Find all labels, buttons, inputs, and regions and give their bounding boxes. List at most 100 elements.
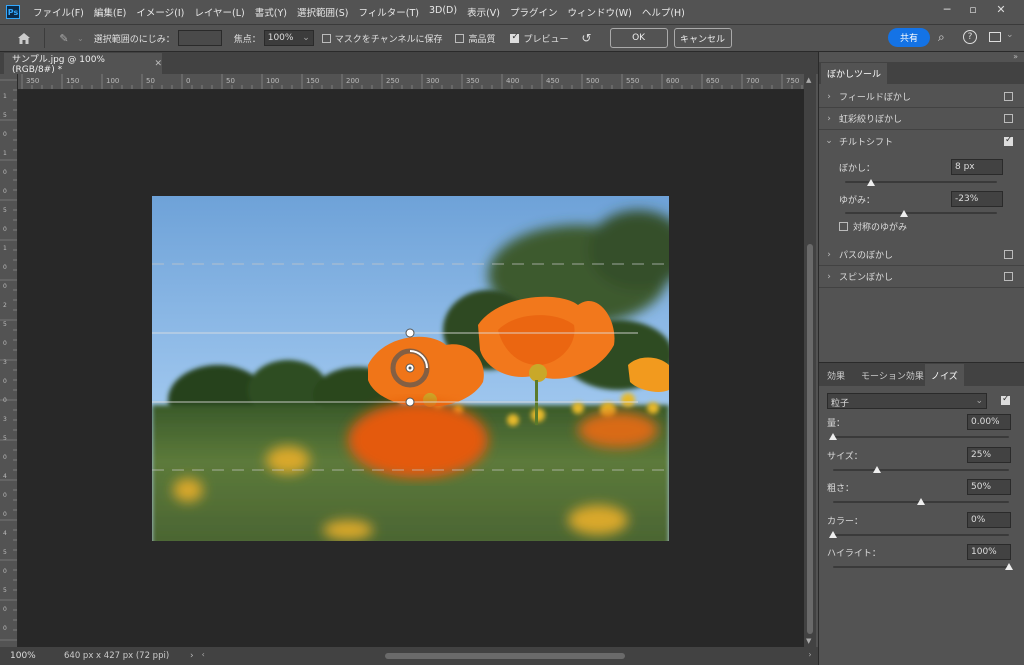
save-mask-label: マスクをチャンネルに保存 bbox=[334, 34, 443, 45]
cancel-button[interactable]: キャンセル bbox=[673, 28, 732, 48]
scroll-thumb[interactable] bbox=[807, 244, 813, 634]
chevron-right-icon[interactable]: › bbox=[819, 250, 839, 260]
noise-param-slider-thumb[interactable] bbox=[873, 465, 881, 473]
horizontal-scrollbar[interactable]: ‹ › bbox=[202, 650, 812, 661]
chevron-down-icon[interactable]: ⌄ bbox=[819, 136, 839, 146]
ruler-tick-label: 400 bbox=[506, 77, 519, 85]
blur-type-checkbox[interactable] bbox=[1004, 135, 1013, 146]
vertical-scrollbar[interactable]: ▲ ▼ bbox=[804, 74, 816, 647]
document-tab[interactable]: サンプル.jpg @ 100% (RGB/8#) * ✕ bbox=[4, 53, 162, 75]
ok-button[interactable]: OK bbox=[609, 28, 668, 48]
preview-checkbox[interactable] bbox=[510, 32, 520, 43]
home-button[interactable] bbox=[10, 26, 38, 50]
chevron-right-icon[interactable]: › bbox=[190, 651, 194, 661]
document-photo[interactable] bbox=[152, 196, 688, 545]
search-icon[interactable]: ⌕ bbox=[938, 30, 945, 45]
ruler-tick-label: 3 bbox=[3, 416, 7, 423]
noise-param-slider[interactable] bbox=[833, 533, 1009, 536]
pin-tool-icon[interactable]: ✎ bbox=[51, 32, 77, 45]
menu-item[interactable]: 表示(V) bbox=[462, 5, 505, 19]
menu-item[interactable]: 編集(E) bbox=[89, 5, 131, 19]
noise-param-field[interactable]: 100% bbox=[967, 544, 1011, 560]
noise-type-dropdown[interactable]: 粒子 ⌄ bbox=[827, 393, 987, 409]
distortion-slider-thumb[interactable] bbox=[899, 210, 908, 217]
blur-type-row[interactable]: › フィールドぼかし bbox=[819, 86, 1024, 108]
chevron-down-icon[interactable]: ⌄ bbox=[77, 34, 84, 43]
noise-enabled-checkbox[interactable] bbox=[1001, 394, 1010, 405]
scroll-down-icon[interactable]: ▼ bbox=[806, 637, 811, 645]
bottom-handle[interactable] bbox=[405, 397, 415, 407]
focus-field[interactable]: 100% ⌄ bbox=[263, 30, 314, 46]
tab-blur-tools[interactable]: ぼかしツール bbox=[821, 63, 888, 84]
chevron-right-icon[interactable]: › bbox=[819, 92, 839, 102]
menu-item[interactable]: レイヤー(L) bbox=[189, 5, 249, 19]
top-handle[interactable] bbox=[405, 328, 415, 338]
distortion-field[interactable]: -23% bbox=[951, 191, 1003, 207]
workspace-icon[interactable] bbox=[989, 32, 1001, 42]
noise-param-slider[interactable] bbox=[833, 468, 1009, 471]
blur-type-label: チルトシフト bbox=[839, 137, 894, 148]
menu-item[interactable]: ファイル(F) bbox=[28, 5, 89, 19]
menu-item[interactable]: 選択範囲(S) bbox=[292, 5, 353, 19]
chevron-right-icon[interactable]: › bbox=[819, 114, 839, 124]
blur-amount-field[interactable]: 8 px bbox=[951, 159, 1003, 175]
canvas-area[interactable] bbox=[18, 90, 804, 647]
vertical-ruler[interactable]: 1 5 0 1 0 0 5 0 1 0 0 2 5 0 3 0 0 3 5 0 4 0 0 4 5 0 5 0 0 bbox=[0, 74, 18, 647]
noise-param-field[interactable]: 0.00% bbox=[967, 414, 1011, 430]
noise-param-slider-thumb[interactable] bbox=[829, 530, 837, 538]
effects-tab[interactable]: モーション効果 bbox=[855, 364, 930, 386]
noise-param-slider-thumb[interactable] bbox=[1005, 563, 1013, 570]
menu-item[interactable]: フィルター(T) bbox=[353, 5, 424, 19]
menu-item[interactable]: ヘルプ(H) bbox=[637, 5, 690, 19]
close-window-button[interactable]: ✕ bbox=[988, 0, 1014, 18]
close-icon[interactable]: ✕ bbox=[154, 59, 162, 69]
menu-item[interactable]: 書式(Y) bbox=[250, 5, 292, 19]
effects-tab[interactable]: 効果 bbox=[821, 364, 851, 386]
status-bar: 100% 640 px x 427 px (72 ppi) › ‹ › bbox=[0, 647, 818, 665]
share-button[interactable]: 共有 bbox=[888, 28, 930, 47]
noise-param-slider[interactable] bbox=[833, 566, 1009, 568]
blur-type-checkbox[interactable] bbox=[1004, 250, 1013, 259]
blur-type-row[interactable]: › パスのぼかし bbox=[819, 244, 1024, 266]
blur-amount-slider-thumb[interactable] bbox=[866, 179, 875, 186]
scroll-thumb[interactable] bbox=[384, 653, 625, 659]
effects-tab[interactable]: ノイズ bbox=[925, 364, 964, 386]
noise-param-field[interactable]: 25% bbox=[967, 446, 1011, 463]
chevron-down-icon[interactable]: ⌄ bbox=[1006, 30, 1014, 40]
minimize-button[interactable]: ─ bbox=[934, 0, 960, 18]
scroll-right-icon[interactable]: › bbox=[808, 650, 811, 659]
noise-param-field[interactable]: 50% bbox=[967, 479, 1011, 495]
menu-item[interactable]: ウィンドウ(W) bbox=[563, 5, 637, 19]
noise-param-field[interactable]: 0% bbox=[967, 511, 1011, 528]
noise-param-slider-thumb[interactable] bbox=[829, 433, 837, 440]
maximize-button[interactable]: ▫ bbox=[960, 0, 986, 18]
blur-type-row[interactable]: › 虹彩絞りぼかし bbox=[819, 108, 1024, 130]
blur-type-row[interactable]: › スピンぼかし bbox=[819, 266, 1024, 288]
blur-type-checkbox[interactable] bbox=[1004, 114, 1013, 123]
ruler-tick-label: 250 bbox=[386, 77, 399, 85]
noise-param-slider[interactable] bbox=[833, 436, 1009, 438]
ruler-tick-label: 450 bbox=[546, 77, 559, 85]
horizontal-ruler[interactable]: 350 150 100 50 0 50 100 150 200 250 300 350 400 450 50… bbox=[18, 74, 808, 90]
help-icon[interactable]: ? bbox=[963, 30, 977, 44]
blur-type-checkbox[interactable] bbox=[1004, 272, 1013, 281]
scroll-up-icon[interactable]: ▲ bbox=[806, 76, 811, 84]
feather-field[interactable] bbox=[177, 30, 222, 46]
symmetric-distortion-checkbox[interactable] bbox=[839, 222, 848, 231]
high-quality-checkbox[interactable] bbox=[455, 33, 465, 43]
ruler-tick-label: 0 bbox=[3, 397, 7, 404]
save-mask-checkbox[interactable] bbox=[321, 33, 331, 43]
chevron-right-icon[interactable]: › bbox=[819, 272, 839, 282]
ruler-tick-label: 0 bbox=[3, 606, 7, 613]
blur-type-checkbox[interactable] bbox=[1004, 92, 1013, 101]
distortion-slider[interactable] bbox=[845, 212, 997, 214]
panel-collapse-icon[interactable]: » bbox=[1013, 52, 1018, 61]
blur-type-row[interactable]: ⌄ チルトシフト bbox=[819, 130, 1024, 152]
menu-item[interactable]: プラグイン bbox=[505, 5, 563, 19]
menu-item[interactable]: 3D(D) bbox=[424, 5, 462, 19]
menu-item[interactable]: イメージ(I) bbox=[131, 5, 189, 19]
scroll-left-icon[interactable]: ‹ bbox=[202, 650, 205, 659]
reset-icon[interactable]: ↺ bbox=[582, 31, 592, 45]
zoom-level[interactable]: 100% bbox=[10, 651, 64, 661]
noise-param-slider-thumb[interactable] bbox=[917, 498, 925, 505]
